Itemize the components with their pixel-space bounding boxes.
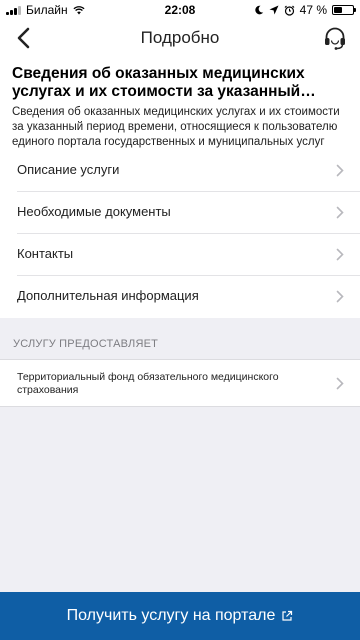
external-link-icon <box>282 610 293 621</box>
nav-bar: Подробно <box>0 20 360 56</box>
provider-section-header: УСЛУГУ ПРЕДОСТАВЛЯЕТ <box>13 338 159 350</box>
provider-name: Территориальный фонд обязательного медиц… <box>17 371 279 396</box>
menu-item-contacts[interactable]: Контакты <box>17 234 360 276</box>
battery-icon <box>332 5 356 15</box>
battery-fill <box>334 7 343 13</box>
chevron-right-icon <box>336 377 344 390</box>
battery-percent: 47 % <box>299 3 327 17</box>
menu-item-label: Дополнительная информация <box>17 288 199 303</box>
page-title: Подробно <box>140 28 220 47</box>
menu-item-additional-info[interactable]: Дополнительная информация <box>17 276 360 318</box>
moon-icon <box>254 5 263 15</box>
status-right: 47 % <box>254 3 356 17</box>
chevron-right-icon <box>336 248 344 261</box>
get-service-button-label: Получить услугу на портале <box>66 607 276 624</box>
menu-item-documents[interactable]: Необходимые документы <box>17 192 360 234</box>
menu-item-label: Описание услуги <box>17 162 120 177</box>
menu-item-label: Необходимые документы <box>17 204 171 219</box>
service-details-card: Сведения об оказанных медицинских услуга… <box>0 56 360 318</box>
location-icon <box>269 5 279 15</box>
details-menu: Описание услуги Необходимые документы Ко… <box>0 150 360 318</box>
alarm-icon <box>284 5 295 16</box>
service-description: Сведения об оказанных медицинских услуга… <box>12 106 340 148</box>
provider-row[interactable]: Территориальный фонд обязательного медиц… <box>0 359 360 407</box>
status-bar: Билайн 22:08 47 % <box>0 0 360 20</box>
chevron-right-icon <box>336 164 344 177</box>
menu-item-description[interactable]: Описание услуги <box>17 150 360 192</box>
chevron-right-icon <box>336 206 344 219</box>
service-title: Сведения об оказанных медицинских услуга… <box>12 65 305 100</box>
chevron-right-icon <box>336 290 344 303</box>
headset-icon[interactable] <box>322 25 348 51</box>
get-service-button[interactable]: Получить услугу на портале <box>0 592 360 640</box>
menu-item-label: Контакты <box>17 246 74 261</box>
